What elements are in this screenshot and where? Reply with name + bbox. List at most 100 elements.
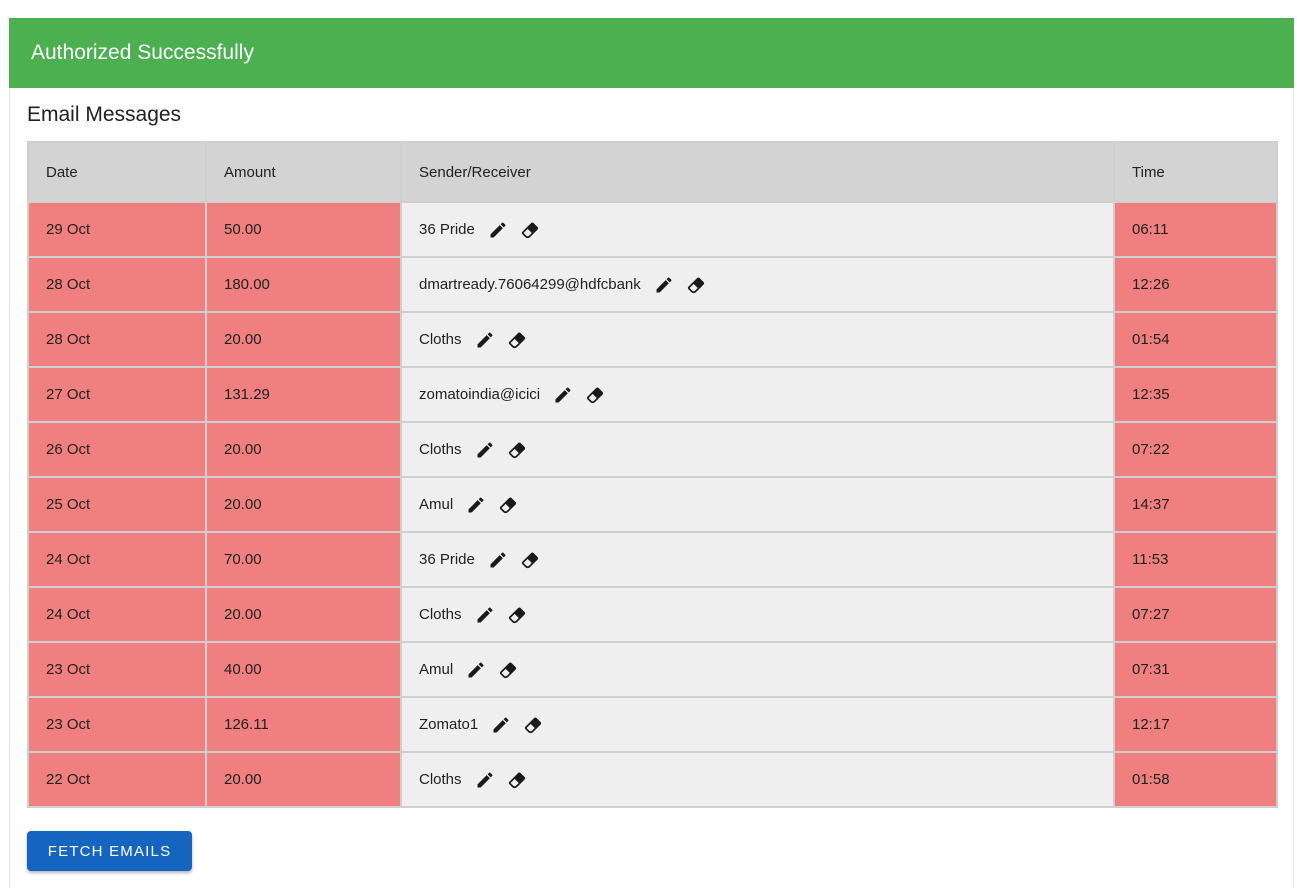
- sender-cell: Cloths: [400, 586, 1115, 643]
- table-row: 28 Oct 180.00 dmartready.76064299@hdfcbank…: [27, 256, 1278, 313]
- pencil-icon[interactable]: [552, 384, 574, 406]
- table-row: 29 Oct 50.00 36 Pride 06:11: [27, 201, 1278, 258]
- table-row: 23 Oct 126.11 Zomato1 12:17: [27, 696, 1278, 753]
- sender-label: 36 Pride: [419, 221, 475, 238]
- amount-cell: 20.00: [205, 311, 402, 368]
- time-cell: 06:11: [1113, 201, 1278, 258]
- amount-cell: 70.00: [205, 531, 402, 588]
- date-cell: 23 Oct: [27, 696, 207, 753]
- sender-cell-content: 36 Pride: [419, 534, 1112, 585]
- date-cell: 25 Oct: [27, 476, 207, 533]
- fetch-emails-button[interactable]: Fetch Emails: [27, 831, 192, 871]
- sender-label: Cloths: [419, 606, 462, 623]
- sender-label: dmartready.76064299@hdfcbank: [419, 276, 641, 293]
- eraser-icon[interactable]: [584, 384, 606, 406]
- sender-cell: Cloths: [400, 311, 1115, 368]
- pencil-icon[interactable]: [474, 604, 496, 626]
- date-cell: 24 Oct: [27, 586, 207, 643]
- pencil-icon[interactable]: [465, 494, 487, 516]
- amount-cell: 126.11: [205, 696, 402, 753]
- column-header-sender: Sender/Receiver: [400, 141, 1115, 203]
- pencil-icon[interactable]: [487, 219, 509, 241]
- date-cell: 29 Oct: [27, 201, 207, 258]
- pencil-icon[interactable]: [474, 769, 496, 791]
- sender-cell-content: Zomato1: [419, 699, 1112, 750]
- time-cell: 07:31: [1113, 641, 1278, 698]
- sender-cell: 36 Pride: [400, 201, 1115, 258]
- date-cell: 28 Oct: [27, 311, 207, 368]
- table-header-row: Date Amount Sender/Receiver Time: [27, 141, 1278, 203]
- sender-label: Amul: [419, 661, 454, 678]
- time-cell: 01:58: [1113, 751, 1278, 808]
- column-header-date: Date: [27, 141, 207, 203]
- column-header-time: Time: [1113, 141, 1278, 203]
- eraser-icon[interactable]: [506, 769, 528, 791]
- pencil-icon[interactable]: [474, 329, 496, 351]
- time-cell: 12:17: [1113, 696, 1278, 753]
- date-cell: 24 Oct: [27, 531, 207, 588]
- table-row: 23 Oct 40.00 Amul 07:31: [27, 641, 1278, 698]
- amount-cell: 131.29: [205, 366, 402, 423]
- email-table: Date Amount Sender/Receiver Time 29 Oct 5…: [27, 141, 1278, 808]
- sender-cell-content: Cloths: [419, 754, 1112, 805]
- amount-cell: 180.00: [205, 256, 402, 313]
- table-body: 29 Oct 50.00 36 Pride 06:11 28 Oct 180.00 dmar…: [27, 201, 1278, 808]
- amount-cell: 20.00: [205, 751, 402, 808]
- sender-label: 36 Pride: [419, 551, 475, 568]
- date-cell: 28 Oct: [27, 256, 207, 313]
- pencil-icon[interactable]: [487, 549, 509, 571]
- eraser-icon[interactable]: [685, 274, 707, 296]
- amount-cell: 20.00: [205, 476, 402, 533]
- sender-cell: Cloths: [400, 751, 1115, 808]
- amount-cell: 50.00: [205, 201, 402, 258]
- eraser-icon[interactable]: [506, 604, 528, 626]
- sender-label: Cloths: [419, 441, 462, 458]
- sender-cell: Amul: [400, 476, 1115, 533]
- pencil-icon[interactable]: [653, 274, 675, 296]
- sender-cell: Zomato1: [400, 696, 1115, 753]
- pencil-icon[interactable]: [490, 714, 512, 736]
- eraser-icon[interactable]: [506, 439, 528, 461]
- sender-label: zomatoindia@icici: [419, 386, 541, 403]
- time-cell: 07:22: [1113, 421, 1278, 478]
- pencil-icon[interactable]: [465, 659, 487, 681]
- column-header-amount: Amount: [205, 141, 402, 203]
- time-cell: 07:27: [1113, 586, 1278, 643]
- sender-cell-content: Cloths: [419, 589, 1112, 640]
- sender-cell: Cloths: [400, 421, 1115, 478]
- amount-cell: 40.00: [205, 641, 402, 698]
- amount-cell: 20.00: [205, 586, 402, 643]
- sender-label: Amul: [419, 496, 454, 513]
- sender-cell: Amul: [400, 641, 1115, 698]
- sender-cell-content: Cloths: [419, 424, 1112, 475]
- sender-cell-content: dmartready.76064299@hdfcbank: [419, 259, 1112, 310]
- eraser-icon[interactable]: [522, 714, 544, 736]
- eraser-icon[interactable]: [506, 329, 528, 351]
- eraser-icon[interactable]: [519, 219, 541, 241]
- sender-label: Cloths: [419, 771, 462, 788]
- sender-label: Zomato1: [419, 716, 479, 733]
- amount-cell: 20.00: [205, 421, 402, 478]
- success-alert: Authorized Successfully: [9, 18, 1294, 88]
- time-cell: 14:37: [1113, 476, 1278, 533]
- section-title: Email Messages: [27, 103, 182, 126]
- time-cell: 01:54: [1113, 311, 1278, 368]
- sender-cell-content: Amul: [419, 479, 1112, 530]
- date-cell: 27 Oct: [27, 366, 207, 423]
- pencil-icon[interactable]: [474, 439, 496, 461]
- page: Authorized Successfully Email Messages D…: [0, 0, 1297, 888]
- date-cell: 26 Oct: [27, 421, 207, 478]
- table-row: 24 Oct 70.00 36 Pride 11:53: [27, 531, 1278, 588]
- sender-cell: zomatoindia@icici: [400, 366, 1115, 423]
- date-cell: 23 Oct: [27, 641, 207, 698]
- sender-cell-content: Cloths: [419, 314, 1112, 365]
- table-row: 25 Oct 20.00 Amul 14:37: [27, 476, 1278, 533]
- eraser-icon[interactable]: [497, 494, 519, 516]
- sender-cell-content: Amul: [419, 644, 1112, 695]
- table-row: 22 Oct 20.00 Cloths 01:58: [27, 751, 1278, 808]
- eraser-icon[interactable]: [519, 549, 541, 571]
- sender-label: Cloths: [419, 331, 462, 348]
- table-row: 28 Oct 20.00 Cloths 01:54: [27, 311, 1278, 368]
- eraser-icon[interactable]: [497, 659, 519, 681]
- sender-cell-content: 36 Pride: [419, 204, 1112, 255]
